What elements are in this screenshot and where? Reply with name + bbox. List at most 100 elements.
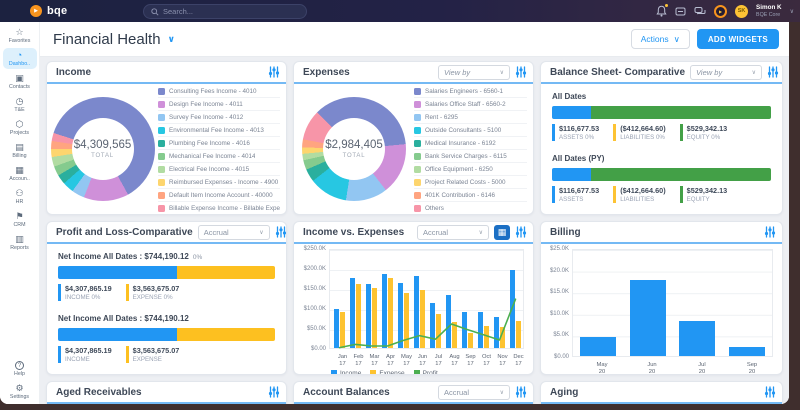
- bqe-app-icon[interactable]: ▶: [714, 5, 727, 18]
- accrual-dropdown[interactable]: Accrual∨: [198, 225, 270, 240]
- legend-item[interactable]: Consulting Fees Income - 4010: [158, 85, 280, 98]
- filter-icon[interactable]: [764, 226, 776, 238]
- income-bar: [414, 276, 419, 348]
- legend-item[interactable]: Others: [414, 202, 527, 215]
- legend-item[interactable]: Rent - 6295: [414, 111, 527, 124]
- stacked-bar: [552, 168, 771, 181]
- income-legend: Consulting Fees Income - 4010Design Fee …: [158, 85, 280, 214]
- sidebar-item-help[interactable]: ?Help: [3, 359, 37, 379]
- legend-label: Billable Expense Income - Billable Expe: [169, 205, 280, 212]
- legend-swatch: [370, 370, 376, 375]
- add-widgets-button[interactable]: ADD WIDGETS: [697, 29, 779, 49]
- chevron-down-icon: ∨: [500, 389, 504, 396]
- stat-item: $4,307,865.19INCOME 0%: [58, 284, 112, 301]
- widget-title: Expenses: [303, 67, 433, 78]
- legend-item[interactable]: Plumbing Fee Income - 4016: [158, 137, 280, 150]
- bqe-logo[interactable]: ▶ bqe: [30, 5, 67, 17]
- legend-item[interactable]: Outside Consultants - 5100: [414, 124, 527, 137]
- legend-item[interactable]: Default Item Income Account - 40000: [158, 189, 280, 202]
- expense-bar: [420, 290, 425, 348]
- sidebar-item-reports[interactable]: ▥Reports: [3, 232, 37, 253]
- filter-icon[interactable]: [515, 386, 527, 398]
- legend-item[interactable]: Environmental Fee Income - 4013: [158, 124, 280, 137]
- y-tick-label: $0.00: [311, 346, 326, 352]
- comparative-section: Net Income All Dates : $744,190.12$4,307…: [58, 314, 275, 363]
- sidebar-item-accoun[interactable]: ▦Accoun..: [3, 163, 37, 184]
- legend-item[interactable]: Medical Insurance - 6192: [414, 137, 527, 150]
- legend-swatch: [414, 370, 420, 375]
- legend-item[interactable]: Income: [331, 370, 361, 375]
- stat-item: $3,563,675.07EXPENSE: [126, 346, 180, 363]
- widget-title: Aging: [550, 387, 759, 398]
- expense-bar: [468, 333, 473, 348]
- search-input[interactable]: Search...: [143, 4, 307, 19]
- avatar[interactable]: SK: [735, 5, 748, 18]
- legend-swatch: [158, 153, 165, 160]
- sidebar-item-billing[interactable]: ▤Billing: [3, 140, 37, 161]
- legend-item[interactable]: Salaries Office Staff - 6560-2: [414, 98, 527, 111]
- legend-item[interactable]: Salaries Engineers - 6560-1: [414, 85, 527, 98]
- legend-item[interactable]: Office Equipment - 6250: [414, 163, 527, 176]
- legend-item[interactable]: 401K Contribution - 6146: [414, 189, 527, 202]
- accrual-dropdown[interactable]: Accrual∨: [438, 385, 510, 400]
- filter-icon[interactable]: [275, 226, 287, 238]
- income-vs-expenses-widget: Income vs. Expenses Accrual∨ ▦ $250.0K$2…: [293, 221, 534, 375]
- filter-icon[interactable]: [268, 386, 280, 398]
- table-view-toggle-icon[interactable]: ▦: [494, 225, 510, 240]
- user-menu[interactable]: Simon K BQE Core: [756, 4, 782, 17]
- legend-item[interactable]: Bank Service Charges - 6115: [414, 150, 527, 163]
- sidebar-item-contacts[interactable]: ▣Contacts: [3, 71, 37, 92]
- sidebar-item-t-e[interactable]: ◷T&E: [3, 94, 37, 115]
- legend-swatch: [414, 179, 421, 186]
- legend-item[interactable]: Project Related Costs - 5000: [414, 176, 527, 189]
- card-reader-icon[interactable]: [675, 6, 686, 17]
- view-by-dropdown[interactable]: View by∨: [690, 65, 762, 80]
- legend-item[interactable]: Expense: [370, 370, 404, 375]
- x-tick-label: Apr17: [385, 354, 396, 368]
- stat-label: LIABILITIES: [620, 196, 665, 203]
- sidebar-item-dashbo[interactable]: ◔Dashbo..: [3, 48, 37, 69]
- income-bar: [462, 312, 467, 348]
- sidebar-item-crm[interactable]: ⚑CRM: [3, 209, 37, 230]
- x-tick-label: Jul20: [677, 362, 727, 375]
- expense-bar: [484, 326, 489, 348]
- filter-icon[interactable]: [767, 66, 779, 78]
- actions-button[interactable]: Actions∨: [631, 29, 690, 49]
- legend-label: Plumbing Fee Income - 4016: [169, 140, 250, 147]
- filter-icon[interactable]: [764, 386, 776, 398]
- profit-loss-widget-header: Profit and Loss-Comparative Accrual∨: [47, 222, 286, 244]
- widget-title: Profit and Loss-Comparative: [56, 227, 193, 238]
- bar-group: [350, 278, 361, 348]
- contacts-icon: ▣: [3, 73, 37, 83]
- share-icon: ⚑: [3, 211, 37, 221]
- stat-value: $3,563,675.07: [133, 284, 180, 293]
- sidebar-item-hr[interactable]: ⚇HR: [3, 186, 37, 207]
- view-by-dropdown[interactable]: View by∨: [438, 65, 510, 80]
- x-tick-label: Dec17: [513, 354, 524, 368]
- messages-icon[interactable]: [694, 6, 706, 17]
- sidebar-item-projects[interactable]: ⬡Projects: [3, 117, 37, 138]
- sidebar-item-settings[interactable]: ⚙Settings: [3, 381, 37, 402]
- chevron-down-icon[interactable]: ∨: [790, 8, 794, 15]
- legend-swatch: [414, 101, 421, 108]
- filter-icon[interactable]: [268, 66, 280, 78]
- clock-icon: ◷: [3, 96, 37, 106]
- legend-item[interactable]: Profit: [414, 370, 438, 375]
- widget-title: Aged Receivables: [56, 387, 263, 398]
- accrual-dropdown[interactable]: Accrual∨: [417, 225, 489, 240]
- legend-item[interactable]: Design Fee Income - 4011: [158, 98, 280, 111]
- legend-swatch: [414, 114, 421, 121]
- page-title: Financial Health: [53, 31, 161, 48]
- page-title-chevron-icon[interactable]: ∨: [168, 34, 175, 45]
- legend-swatch: [414, 127, 421, 134]
- legend-item[interactable]: Reimbursed Expenses - Income - 4900: [158, 176, 280, 189]
- legend-item[interactable]: Billable Expense Income - Billable Expe: [158, 202, 280, 215]
- legend-item[interactable]: Mechanical Fee Income - 4014: [158, 150, 280, 163]
- filter-icon[interactable]: [515, 226, 527, 238]
- filter-icon[interactable]: [515, 66, 527, 78]
- sidebar-item-favorites[interactable]: ☆Favorites: [3, 25, 37, 46]
- legend-item[interactable]: Electrical Fee Income - 4015: [158, 163, 280, 176]
- legend-item[interactable]: Survey Fee Income - 4012: [158, 111, 280, 124]
- notifications-bell-icon[interactable]: [656, 5, 667, 17]
- legend-swatch: [414, 88, 421, 95]
